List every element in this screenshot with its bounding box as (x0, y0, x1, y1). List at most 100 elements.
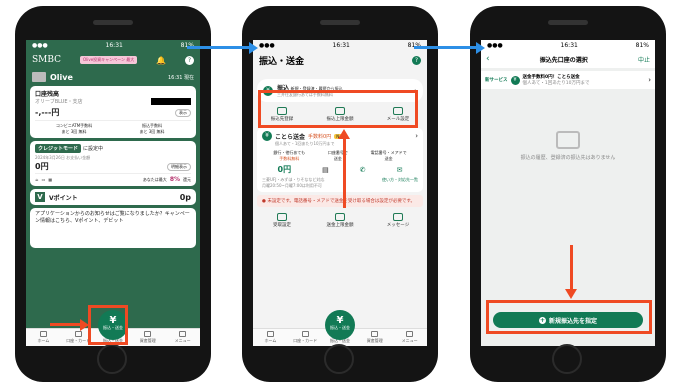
payee-header: ‹ 振込先口座の選択 中止 (481, 50, 655, 68)
pointer-arrow-line-2 (343, 138, 346, 208)
card-icon: ▭ (41, 177, 46, 182)
transfer-header: 振込・送金 ? (253, 50, 427, 73)
mail-icon: ✉ (396, 165, 403, 174)
status-bar: ●●● 16:31 81% (481, 40, 655, 50)
help-icon[interactable]: ? (184, 55, 194, 65)
kotora-title: ことら送金 (275, 133, 306, 141)
home-button (324, 344, 354, 374)
pointer-arrow-line-3 (570, 245, 573, 289)
empty-state: 振込の履歴、登録済の振込先はありません (481, 131, 655, 163)
highlight-fab (88, 305, 128, 345)
speaker (548, 20, 588, 25)
tab-menu-label: メニュー (401, 338, 418, 343)
tab-home[interactable]: ホーム (29, 331, 57, 344)
chart-icon (371, 331, 379, 337)
chevron-right-icon: › (648, 76, 651, 84)
promo-desc: 個人あて・1回あたり10万円まで (522, 81, 590, 86)
bank-icon: ▤ (322, 165, 329, 174)
reward-value: 8% (169, 176, 180, 183)
tab-home[interactable]: ホーム (256, 331, 284, 344)
option-phone-mail-sub: 送金 (384, 156, 393, 161)
option-phone-mail: 電話番号・メアドで 送金 (371, 150, 407, 162)
option-other-banks: 銀行・他行あても 手数料無料 (273, 150, 305, 162)
status-time: 16:31 (560, 41, 578, 49)
pointer-arrow-head-1 (80, 319, 89, 331)
bell-icon[interactable]: 🔔 (156, 56, 166, 65)
home-button (97, 344, 127, 374)
balance-title: 口座残高 (35, 91, 60, 98)
kotora-promo[interactable]: 新サービス ¥ 送金手数料0円！ことら送金 個人あて・1回あたり10万円まで › (481, 71, 655, 89)
receive-setting-label: 受取設定 (273, 223, 291, 228)
flow-arrow-line-2 (414, 46, 476, 49)
balance-card: 口座残高 オリーブBLUE・支店 -,---円 表示 コンビニATM手数料 あと … (30, 86, 196, 138)
partners-link[interactable]: 使い方・対応先一覧 (382, 177, 418, 189)
speaker (93, 20, 133, 25)
shop-icon: ▦ (48, 177, 53, 182)
signal-icon: ●●● (487, 41, 503, 49)
notice-card[interactable]: アプリケーションからのお知らせはご覧になりましたか？キャンペーン情報はこちら、V… (30, 208, 196, 248)
notice-text: アプリケーションからのお知らせはご覧になりましたか？キャンペーン情報はこちら、V… (35, 211, 190, 224)
tab-menu[interactable]: メニュー (396, 331, 424, 344)
new-service-label: 新サービス (485, 78, 508, 83)
transfer-fee-value: あと 3回 無料 (139, 129, 165, 134)
home-icon (39, 331, 47, 337)
payment-amount: 0円 (35, 162, 49, 171)
account-name: オリーブBLUE・支店 (35, 99, 83, 105)
kotora-fee: 手数料0円 (308, 133, 332, 140)
card-thumbnail (32, 72, 46, 82)
tab-home-label: ホーム (264, 338, 277, 343)
send-limit-button[interactable]: 送金上限金額 (320, 213, 360, 228)
signal-icon: ●●● (32, 41, 48, 49)
pointer-arrow-head-2 (338, 129, 350, 139)
home-header: SMBC Olive投資キャンペーン 最大 🔔 ? (26, 50, 200, 70)
status-time: 16:31 (105, 41, 123, 49)
transfer-fee: 振込手数料 あと 3回 無料 (113, 123, 191, 135)
cancel-button[interactable]: 中止 (638, 55, 650, 64)
kotora-fee-value: 0円 (277, 165, 292, 174)
kotora-icon: ¥ (510, 75, 520, 85)
credit-mode-setting: に設定中 (83, 146, 104, 152)
atm-fee-value: あと 3回 無料 (61, 129, 87, 134)
card-icon (74, 331, 82, 337)
atm-fee: コンビニATM手数料 あと 3回 無料 (35, 123, 113, 135)
flow-arrow-line-1 (187, 46, 249, 49)
page-title: 振込・送金 (259, 57, 305, 67)
tab-menu-label: メニュー (174, 338, 191, 343)
transfer-fab-button[interactable]: ¥ 振込・送金 (325, 310, 355, 340)
back-icon[interactable]: ‹ (486, 54, 490, 64)
tab-account-label: 口座・カード (293, 338, 318, 343)
signal-icon: ●●● (259, 41, 275, 49)
card-icon (301, 331, 309, 337)
home-icon (266, 331, 274, 337)
help-icon[interactable]: ? (412, 56, 421, 65)
option-other-banks-sub: 手数料無料 (279, 156, 300, 161)
menu-icon (179, 331, 187, 337)
status-time: 16:31 (332, 41, 350, 49)
campaign-banner-label: Olive投資キャンペーン 最大 (82, 57, 135, 62)
details-button[interactable]: 明細表示 (167, 162, 191, 171)
card-header: Olive 16:31 現在 (26, 70, 200, 86)
tab-account-label: 口座・カード (66, 338, 91, 343)
vpoint-value: 0p (179, 192, 191, 202)
receive-setting-button[interactable]: 受取設定 (262, 213, 302, 228)
pointer-arrow-line-1 (50, 323, 80, 326)
show-balance-button[interactable]: 表示 (175, 108, 191, 117)
tab-account[interactable]: 口座・カード (291, 331, 319, 344)
message-button[interactable]: メッセージ (378, 213, 418, 228)
transfer-menu-screen: ●●● 16:31 81% 振込・送金 ? ¥ 振込 新規・登録済・履歴から振込… (253, 40, 427, 346)
home-button (552, 344, 582, 374)
status-bar: ●●● 16:31 81% (26, 40, 200, 50)
vpoint-card[interactable]: V Vポイント 0p (30, 189, 196, 205)
card-name: Olive (50, 72, 73, 82)
tab-menu[interactable]: メニュー (169, 331, 197, 344)
chevron-right-icon: › (415, 132, 418, 140)
campaign-banner[interactable]: Olive投資キャンペーン 最大 (79, 56, 138, 64)
kotora-actions: 受取設定 送金上限金額 メッセージ (253, 211, 427, 230)
fab-label: 振込・送金 (330, 325, 350, 330)
warning-banner: ● 未設定です。電話番号・メアドで送金を受け取る場合は設定が必要です。 (257, 195, 423, 207)
status-bar: ●●● 16:31 81% (253, 40, 427, 50)
tab-assets[interactable]: 資産管理 (134, 331, 162, 344)
tab-assets[interactable]: 資産管理 (361, 331, 389, 344)
limit-icon (335, 213, 345, 221)
empty-card-icon (556, 131, 580, 149)
